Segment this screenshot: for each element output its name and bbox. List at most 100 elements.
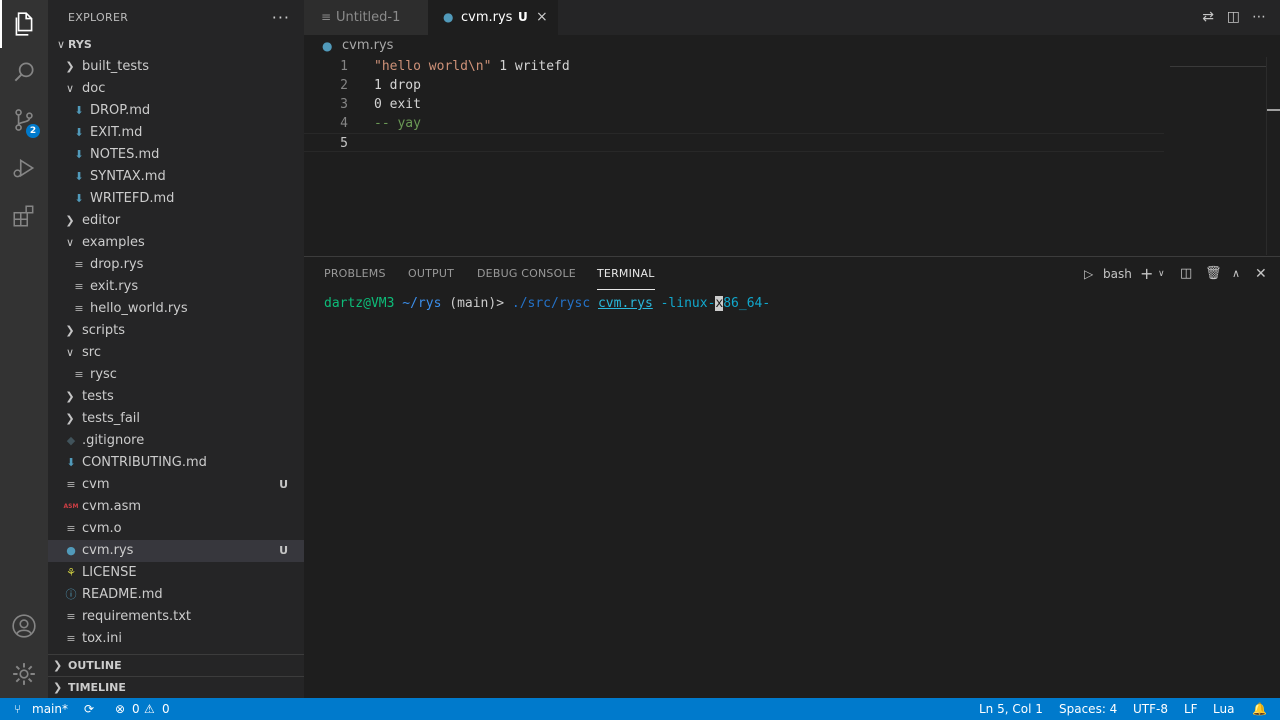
file-item[interactable]: ⬇ NOTES.md bbox=[48, 144, 304, 166]
indentation[interactable]: Spaces: 4 bbox=[1059, 698, 1117, 720]
file-item[interactable]: ⬇ SYNTAX.md bbox=[48, 166, 304, 188]
chevron-right-icon: ❯ bbox=[65, 60, 75, 73]
terminal-file-link[interactable]: cvm.rys bbox=[598, 296, 653, 311]
folder-item[interactable]: ∨ examples bbox=[48, 232, 304, 254]
split-terminal-icon[interactable]: ◫ bbox=[1180, 265, 1192, 283]
code-line[interactable]: 5 bbox=[304, 133, 1164, 152]
accounts-activity-button[interactable] bbox=[0, 602, 48, 650]
file-item[interactable]: ⬇ WRITEFD.md bbox=[48, 188, 304, 210]
file-item[interactable]: ⬇ CONTRIBUTING.md bbox=[48, 452, 304, 474]
minimap[interactable] bbox=[1170, 57, 1266, 255]
source-control-activity-button[interactable]: 2 bbox=[0, 96, 48, 144]
folder-item[interactable]: ❯ tests_fail bbox=[48, 408, 304, 430]
text-file-icon: ≡ bbox=[321, 10, 332, 24]
file-item[interactable]: ASM cvm.asm bbox=[48, 496, 304, 518]
explorer-activity-button[interactable] bbox=[0, 0, 48, 48]
sync-icon[interactable]: ⟳ bbox=[84, 698, 94, 720]
branch-status[interactable]: main* bbox=[32, 698, 68, 720]
tree-item-label: doc bbox=[82, 81, 106, 96]
tree-item-label: hello_world.rys bbox=[90, 301, 188, 316]
tab-output[interactable]: OUTPUT bbox=[408, 264, 454, 290]
encoding[interactable]: UTF-8 bbox=[1133, 698, 1168, 720]
file-item[interactable]: ≡ cvm U bbox=[48, 474, 304, 496]
tab-problems[interactable]: PROBLEMS bbox=[324, 264, 386, 290]
file-item[interactable]: ⓘ README.md bbox=[48, 584, 304, 606]
line-number: 1 bbox=[340, 59, 348, 74]
file-item[interactable]: ≡ cvm.o bbox=[48, 518, 304, 540]
bottom-panel: PROBLEMS OUTPUT DEBUG CONSOLE TERMINAL ▷… bbox=[304, 256, 1280, 698]
manage-activity-button[interactable] bbox=[0, 650, 48, 698]
search-activity-button[interactable] bbox=[0, 48, 48, 96]
extensions-activity-button[interactable] bbox=[0, 192, 48, 240]
tab-label: cvm.rys bbox=[461, 10, 513, 25]
end-of-line[interactable]: LF bbox=[1184, 698, 1198, 720]
file-item[interactable]: ⬇ DROP.md bbox=[48, 100, 304, 122]
folder-item[interactable]: ❯ editor bbox=[48, 210, 304, 232]
editor-scrollbar[interactable] bbox=[1266, 57, 1280, 255]
warning-count[interactable]: 0 bbox=[162, 698, 170, 720]
code-line[interactable]: 1 "hello world\n" 1 writefd bbox=[304, 57, 1164, 76]
more-actions-icon[interactable]: ⋯ bbox=[1252, 9, 1266, 25]
terminal-arg-pre: -linux- bbox=[660, 296, 716, 311]
file-item[interactable]: ≡ drop.rys bbox=[48, 254, 304, 276]
close-panel-icon[interactable]: ✕ bbox=[1255, 265, 1267, 283]
tab-debug-console[interactable]: DEBUG CONSOLE bbox=[477, 264, 576, 290]
file-item[interactable]: ≡ tox.ini bbox=[48, 628, 304, 650]
text-file-icon: ≡ bbox=[66, 632, 76, 645]
tab-cvm-rys[interactable]: ● cvm.rys U × bbox=[428, 0, 558, 35]
file-item[interactable]: ⚘ LICENSE bbox=[48, 562, 304, 584]
folder-item[interactable]: ∨ src bbox=[48, 342, 304, 364]
line-number: 2 bbox=[340, 78, 348, 93]
file-tree: ∨ RYS ❯ built_tests ∨ doc ⬇ DROP.md ⬇ EXIT.md ⬇ NOT… bbox=[48, 34, 304, 650]
more-actions-icon[interactable]: ··· bbox=[272, 8, 290, 27]
markdown-icon: ⬇ bbox=[66, 456, 76, 469]
text-file-icon: ≡ bbox=[74, 368, 84, 381]
folder-item[interactable]: ∨ doc bbox=[48, 78, 304, 100]
outline-section[interactable]: ❯ OUTLINE bbox=[48, 654, 304, 676]
tree-item-label: requirements.txt bbox=[82, 609, 192, 624]
file-item[interactable]: ● cvm.rys U bbox=[48, 540, 304, 562]
new-terminal-icon[interactable]: + bbox=[1140, 265, 1153, 283]
markdown-icon: ⬇ bbox=[74, 126, 84, 139]
error-count[interactable]: 0 bbox=[132, 698, 140, 720]
cursor-position[interactable]: Ln 5, Col 1 bbox=[979, 698, 1043, 720]
tree-item-label: tests bbox=[82, 389, 114, 404]
file-item[interactable]: ◆ .gitignore bbox=[48, 430, 304, 452]
minimap-slider[interactable] bbox=[1170, 57, 1266, 67]
file-item[interactable]: ⬇ EXIT.md bbox=[48, 122, 304, 144]
file-item[interactable]: ≡ exit.rys bbox=[48, 276, 304, 298]
root-folder[interactable]: ∨ RYS bbox=[48, 34, 304, 56]
terminal-output[interactable]: dartz@VM3 ~/rys (main)> ./src/rysc cvm.r… bbox=[324, 295, 770, 313]
terminal-shell-label[interactable]: bash bbox=[1103, 265, 1132, 283]
maximize-panel-icon[interactable]: ∧ bbox=[1232, 265, 1240, 283]
folder-item[interactable]: ❯ tests bbox=[48, 386, 304, 408]
code-line[interactable]: 4 -- yay bbox=[304, 114, 1164, 133]
chevron-down-icon[interactable]: ∨ bbox=[1158, 265, 1165, 283]
code-line[interactable]: 3 0 exit bbox=[304, 95, 1164, 114]
terminal-arg-post: 86_64- bbox=[723, 296, 771, 311]
trash-icon[interactable]: 🗑 bbox=[1205, 265, 1222, 283]
folder-item[interactable]: ❯ built_tests bbox=[48, 56, 304, 78]
folder-item[interactable]: ❯ scripts bbox=[48, 320, 304, 342]
split-editor-icon[interactable]: ◫ bbox=[1227, 9, 1240, 25]
tree-item-label: examples bbox=[82, 235, 145, 250]
file-item[interactable]: ≡ hello_world.rys bbox=[48, 298, 304, 320]
notifications-icon[interactable]: 🔔 bbox=[1252, 698, 1267, 720]
close-icon[interactable]: × bbox=[536, 0, 548, 35]
file-item[interactable]: ≡ rysc bbox=[48, 364, 304, 386]
code-editor[interactable]: 1 "hello world\n" 1 writefd 2 1 drop 3 0 exit… bbox=[304, 57, 1280, 255]
chevron-right-icon: ❯ bbox=[65, 324, 75, 337]
code-line[interactable]: 2 1 drop bbox=[304, 76, 1164, 95]
language-mode[interactable]: Lua bbox=[1213, 698, 1234, 720]
open-changes-icon[interactable]: ⇄ bbox=[1202, 9, 1214, 25]
tree-item-label: EXIT.md bbox=[90, 125, 143, 140]
run-debug-activity-button[interactable] bbox=[0, 144, 48, 192]
tab-terminal[interactable]: TERMINAL bbox=[597, 264, 655, 290]
breadcrumb-file[interactable]: cvm.rys bbox=[342, 35, 393, 57]
tab-label: Untitled-1 bbox=[336, 10, 401, 25]
text-file-icon: ≡ bbox=[66, 522, 76, 535]
account-icon bbox=[12, 614, 36, 638]
timeline-section[interactable]: ❯ TIMELINE bbox=[48, 676, 304, 698]
tab-untitled-1[interactable]: ≡ Untitled-1 bbox=[304, 0, 428, 35]
file-item[interactable]: ≡ requirements.txt bbox=[48, 606, 304, 628]
